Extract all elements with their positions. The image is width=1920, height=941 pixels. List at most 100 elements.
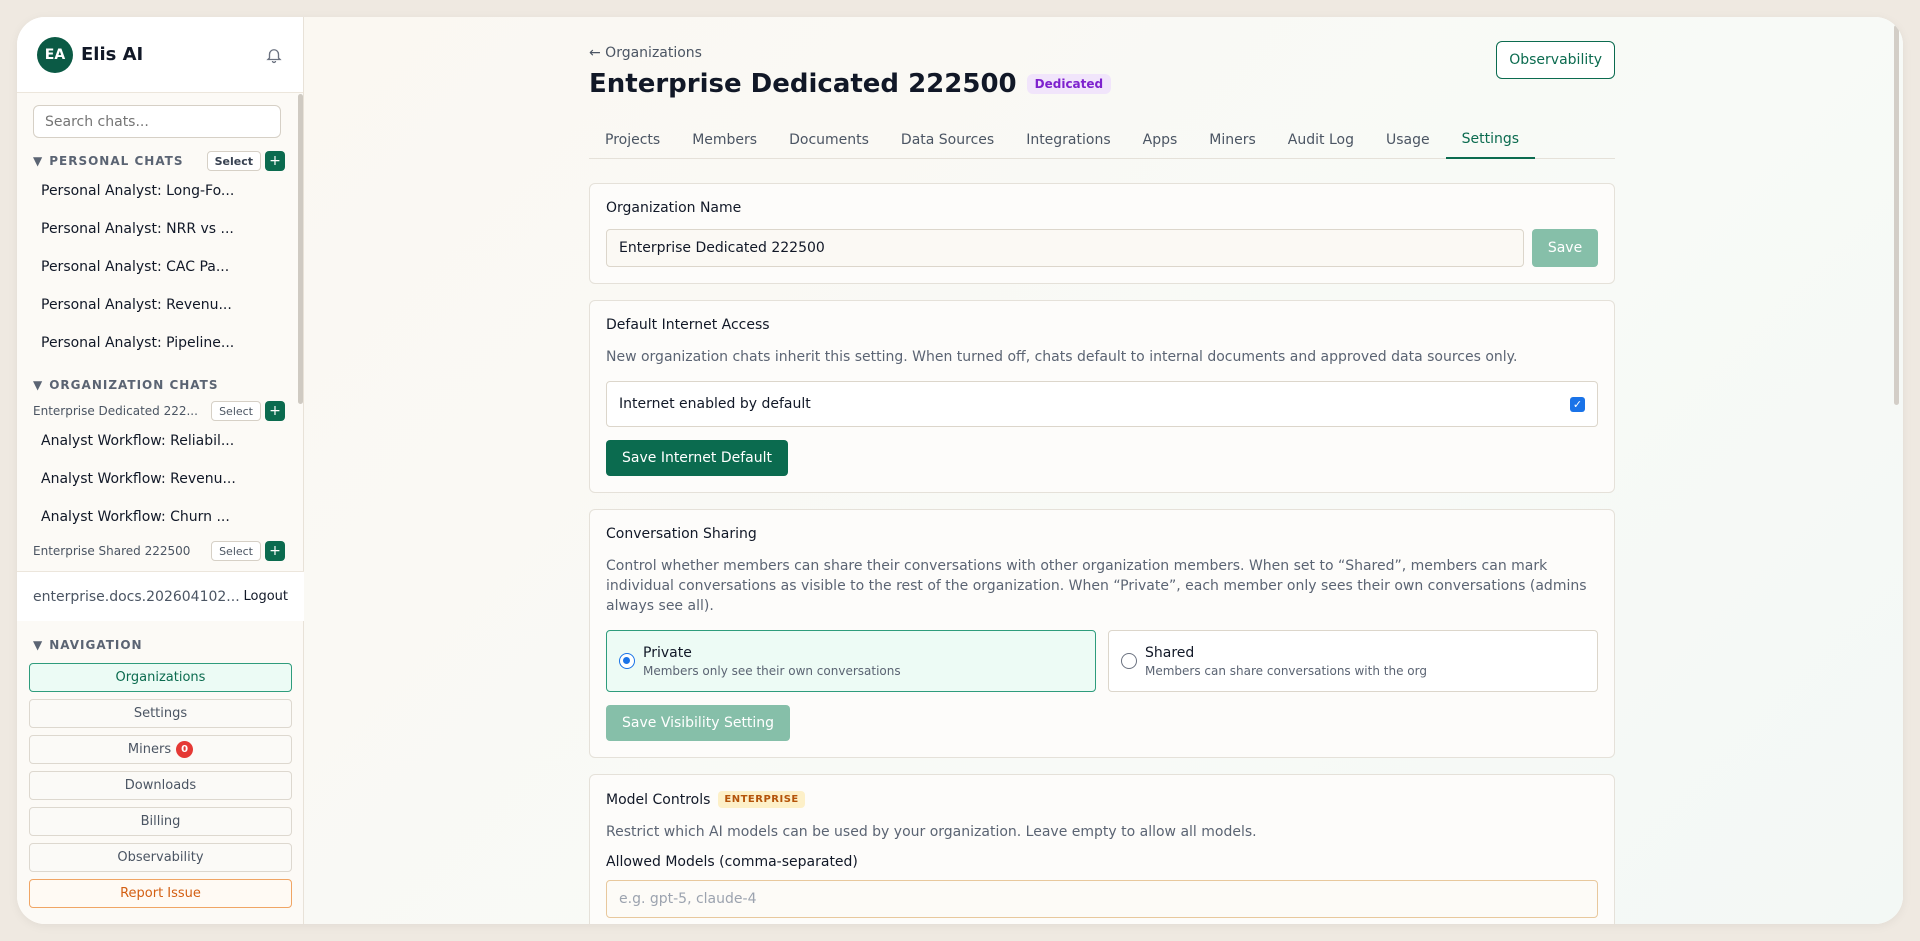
card-title: Model Controls: [606, 791, 711, 808]
nav-billing[interactable]: Billing: [29, 807, 292, 836]
card-description: Control whether members can share their …: [606, 558, 1587, 614]
tab-settings[interactable]: Settings: [1445, 121, 1536, 159]
plan-badge: Dedicated: [1026, 74, 1112, 94]
card-title: Organization Name: [606, 200, 742, 216]
navigation-header: ▼ NAVIGATION: [29, 634, 292, 656]
nav-settings[interactable]: Settings: [29, 699, 292, 728]
main-scrollbar[interactable]: [1894, 25, 1899, 405]
add-personal-chat-button[interactable]: +: [265, 151, 285, 171]
radio-sublabel: Members can share conversations with the…: [1145, 663, 1427, 678]
brand-name: Elis AI: [81, 44, 144, 65]
section-title: NAVIGATION: [49, 638, 143, 652]
bell-icon[interactable]: [265, 46, 283, 64]
radio-label: Shared: [1145, 644, 1195, 661]
model-controls-card: Model Controls ENTERPRISE Restrict which…: [589, 774, 1615, 924]
org-group-shared: Enterprise Shared 222500 Select +: [33, 540, 285, 562]
tab-apps[interactable]: Apps: [1127, 121, 1194, 159]
chat-item[interactable]: Personal Analyst: CAC Pa...: [33, 248, 285, 286]
shared-option[interactable]: Shared Members can share conversations w…: [1108, 630, 1598, 692]
card-title: Conversation Sharing: [606, 526, 757, 542]
navigation: ▼ NAVIGATION Organizations Settings Miner…: [17, 622, 304, 908]
organization-name-card: Organization Name Enterprise Dedicated 2…: [589, 183, 1615, 284]
radio-text: Shared Members can share conversations w…: [1145, 645, 1427, 678]
tab-documents[interactable]: Documents: [773, 121, 885, 159]
chat-item[interactable]: Analyst Workflow: Churn ...: [33, 498, 285, 536]
sidebar-scrollbar[interactable]: [298, 94, 303, 404]
collapse-icon: ▼: [33, 378, 44, 392]
logout-button[interactable]: Logout: [243, 589, 288, 604]
search-chats-input[interactable]: [33, 105, 281, 138]
tab-audit-log[interactable]: Audit Log: [1272, 121, 1370, 159]
nav-organizations[interactable]: Organizations: [29, 663, 292, 692]
collapse-icon: ▼: [33, 154, 44, 168]
select-personal-button[interactable]: Select: [206, 151, 261, 171]
org-group-name[interactable]: Enterprise Shared 222500: [33, 544, 190, 558]
radio-sublabel: Members only see their own conversations: [643, 663, 901, 678]
chat-item[interactable]: Personal Analyst: NRR vs ...: [33, 210, 285, 248]
card-title-row: Model Controls ENTERPRISE: [606, 791, 1598, 808]
sidebar: EA Elis AI ▼ PERSONAL CHATS Select + Pers…: [17, 17, 304, 924]
allowed-models-input[interactable]: e.g. gpt-5, claude-4: [606, 880, 1598, 918]
select-org-button[interactable]: Select: [211, 401, 261, 421]
account-row: enterprise.docs.202604102... Logout: [17, 571, 304, 621]
org-group-name[interactable]: Enterprise Dedicated 222...: [33, 404, 198, 418]
tab-integrations[interactable]: Integrations: [1010, 121, 1126, 159]
shared-radio[interactable]: [1121, 653, 1137, 669]
chat-list: ▼ PERSONAL CHATS Select + Personal Analys…: [17, 94, 299, 570]
tab-projects[interactable]: Projects: [589, 121, 676, 159]
chat-item[interactable]: Analyst Workflow: Revenu...: [33, 460, 285, 498]
back-to-organizations-link[interactable]: ← Organizations: [589, 45, 1615, 61]
private-radio[interactable]: [619, 653, 635, 669]
nav-observability[interactable]: Observability: [29, 843, 292, 872]
nav-miners[interactable]: Miners 0: [29, 735, 292, 764]
enterprise-badge: ENTERPRISE: [718, 791, 805, 808]
internet-default-row[interactable]: Internet enabled by default ✓: [606, 381, 1598, 427]
chat-item[interactable]: Personal Analyst: Long-Fo...: [33, 172, 285, 210]
internet-access-card: Default Internet Access New organization…: [589, 300, 1615, 493]
section-title: PERSONAL CHATS: [49, 154, 184, 168]
select-org-button[interactable]: Select: [211, 541, 261, 561]
page-title: Enterprise Dedicated 222500: [589, 69, 1017, 99]
tab-miners[interactable]: Miners: [1193, 121, 1272, 159]
organization-name-input[interactable]: Enterprise Dedicated 222500: [606, 229, 1524, 267]
organization-chats-header: ▼ ORGANIZATION CHATS: [33, 374, 285, 396]
tab-bar: Projects Members Documents Data Sources …: [589, 121, 1615, 159]
internet-default-checkbox[interactable]: ✓: [1570, 396, 1585, 412]
save-internet-default-button[interactable]: Save Internet Default: [606, 440, 789, 476]
tab-data-sources[interactable]: Data Sources: [885, 121, 1010, 159]
personal-chats-toggle[interactable]: ▼ PERSONAL CHATS: [33, 154, 184, 168]
avatar[interactable]: EA: [37, 36, 73, 73]
save-name-button[interactable]: Save: [1532, 229, 1598, 267]
org-name-row: Enterprise Dedicated 222500 Save: [606, 229, 1598, 267]
card-title: Default Internet Access: [606, 317, 770, 333]
section-title: ORGANIZATION CHATS: [49, 378, 219, 392]
add-org-chat-button[interactable]: +: [265, 401, 285, 421]
settings-page: ← Organizations Enterprise Dedicated 222…: [589, 17, 1615, 924]
observability-button[interactable]: Observability: [1496, 41, 1615, 79]
allowed-models-label: Allowed Models (comma-separated): [606, 854, 858, 870]
sidebar-header: EA Elis AI: [17, 17, 303, 93]
title-row: Enterprise Dedicated 222500 Dedicated: [589, 69, 1615, 99]
nav-downloads[interactable]: Downloads: [29, 771, 292, 800]
tab-members[interactable]: Members: [676, 121, 773, 159]
app-window: EA Elis AI ▼ PERSONAL CHATS Select + Pers…: [17, 17, 1903, 924]
personal-chats-header: ▼ PERSONAL CHATS Select +: [33, 150, 285, 172]
chat-item[interactable]: Analyst Workflow: Reliabil...: [33, 422, 285, 460]
report-issue-button[interactable]: Report Issue: [29, 879, 292, 908]
radio-label: Private: [643, 644, 692, 661]
main-content: ← Organizations Enterprise Dedicated 222…: [304, 17, 1903, 924]
visibility-options: Private Members only see their own conve…: [606, 630, 1598, 692]
navigation-toggle[interactable]: ▼ NAVIGATION: [33, 638, 143, 652]
collapse-icon: ▼: [33, 638, 44, 652]
save-visibility-button[interactable]: Save Visibility Setting: [606, 705, 791, 741]
card-description: Restrict which AI models can be used by …: [606, 824, 1257, 840]
conversation-sharing-card: Conversation Sharing Control whether mem…: [589, 509, 1615, 758]
chat-item[interactable]: Personal Analyst: Pipeline...: [33, 324, 285, 362]
organization-chats-toggle[interactable]: ▼ ORGANIZATION CHATS: [33, 378, 218, 392]
add-org-chat-button[interactable]: +: [265, 541, 285, 561]
private-option[interactable]: Private Members only see their own conve…: [606, 630, 1096, 692]
tab-usage[interactable]: Usage: [1370, 121, 1446, 159]
account-email: enterprise.docs.202604102...: [33, 588, 240, 605]
chat-item[interactable]: Personal Analyst: Revenu...: [33, 286, 285, 324]
org-group-dedicated: Enterprise Dedicated 222... Select +: [33, 400, 285, 422]
